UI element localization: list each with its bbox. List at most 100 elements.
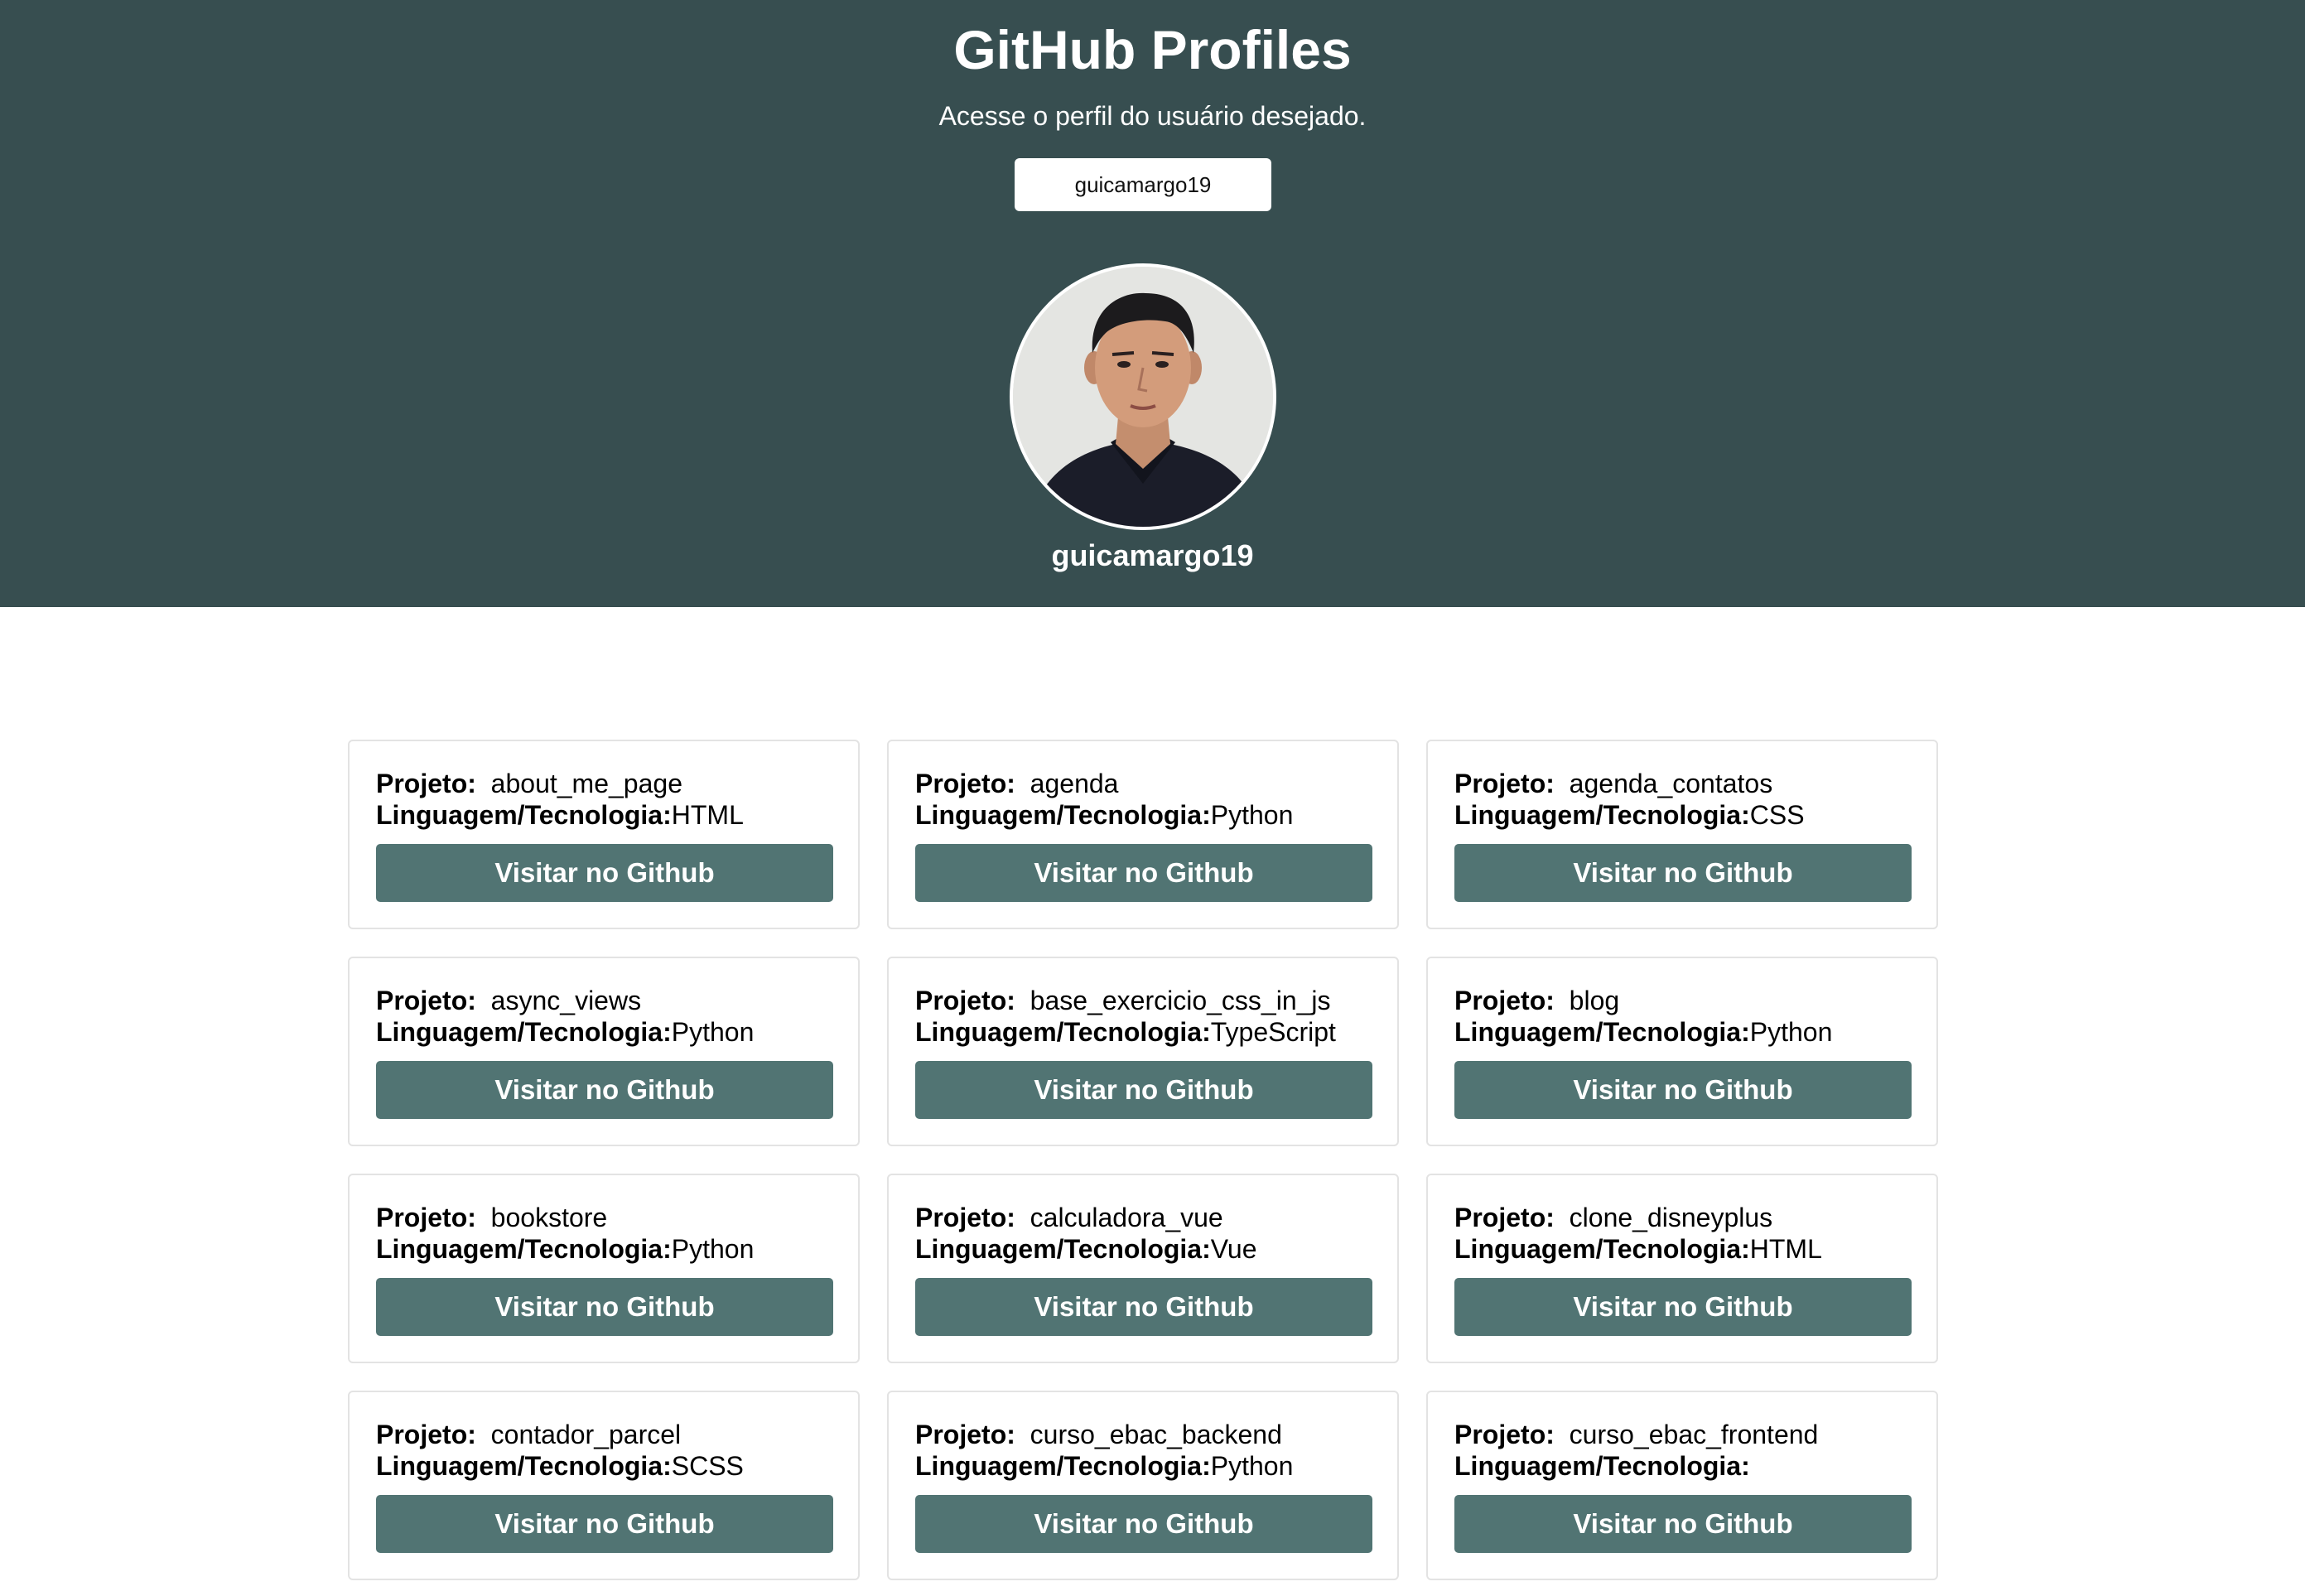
repo-language-line: Linguagem/Tecnologia:HTML bbox=[376, 799, 832, 831]
profile-username: guicamargo19 bbox=[1051, 538, 1254, 572]
project-label: Projeto: bbox=[915, 1203, 1015, 1232]
repo-card: Projeto: curso_ebac_backend Linguagem/Tec… bbox=[887, 1391, 1399, 1580]
repo-language: SCSS bbox=[671, 1451, 744, 1481]
repo-language-line: Linguagem/Tecnologia:SCSS bbox=[376, 1450, 832, 1482]
repo-name: agenda_contatos bbox=[1569, 769, 1773, 798]
language-label: Linguagem/Tecnologia: bbox=[1454, 1234, 1750, 1264]
repo-card: Projeto: agenda_contatos Linguagem/Tecnol… bbox=[1426, 740, 1938, 929]
language-label: Linguagem/Tecnologia: bbox=[376, 1451, 672, 1481]
repo-name: about_me_page bbox=[490, 769, 682, 798]
repo-language-line: Linguagem/Tecnologia:Python bbox=[376, 1233, 832, 1265]
language-label: Linguagem/Tecnologia: bbox=[376, 1234, 672, 1264]
repo-name: contador_parcel bbox=[490, 1420, 682, 1449]
repo-language-line: Linguagem/Tecnologia:Python bbox=[915, 1450, 1371, 1482]
language-label: Linguagem/Tecnologia: bbox=[1454, 1017, 1750, 1047]
repo-card: Projeto: calculadora_vue Linguagem/Tecnol… bbox=[887, 1174, 1399, 1363]
visit-github-button[interactable]: Visitar no Github bbox=[915, 1061, 1372, 1119]
project-label: Projeto: bbox=[1454, 769, 1555, 798]
repo-card: Projeto: async_views Linguagem/Tecnologia… bbox=[348, 957, 860, 1146]
repo-language: Python bbox=[1749, 1017, 1833, 1047]
repo-project-line: Projeto: about_me_page bbox=[376, 768, 832, 799]
avatar bbox=[1010, 263, 1276, 530]
profile-header: GitHub Profiles Acesse o perfil do usuár… bbox=[0, 0, 2305, 607]
language-label: Linguagem/Tecnologia: bbox=[915, 800, 1211, 830]
language-label: Linguagem/Tecnologia: bbox=[915, 1234, 1211, 1264]
repo-language-line: Linguagem/Tecnologia:CSS bbox=[1454, 799, 1910, 831]
project-label: Projeto: bbox=[376, 1420, 476, 1449]
repo-language-line: Linguagem/Tecnologia:Python bbox=[1454, 1016, 1910, 1048]
repo-card: Projeto: base_exercicio_css_in_js Linguag… bbox=[887, 957, 1399, 1146]
repo-project-line: Projeto: curso_ebac_frontend bbox=[1454, 1419, 1910, 1450]
repo-name: bookstore bbox=[490, 1203, 608, 1232]
repo-project-line: Projeto: async_views bbox=[376, 985, 832, 1016]
repo-language: Python bbox=[1210, 800, 1294, 830]
visit-github-button[interactable]: Visitar no Github bbox=[376, 1278, 833, 1336]
visit-github-button[interactable]: Visitar no Github bbox=[376, 1061, 833, 1119]
repo-card: Projeto: curso_ebac_frontend Linguagem/Te… bbox=[1426, 1391, 1938, 1580]
repo-name: agenda bbox=[1030, 769, 1119, 798]
repo-language: Python bbox=[671, 1234, 755, 1264]
repo-card: Projeto: contador_parcel Linguagem/Tecnol… bbox=[348, 1391, 860, 1580]
repo-project-line: Projeto: calculadora_vue bbox=[915, 1202, 1371, 1233]
language-label: Linguagem/Tecnologia: bbox=[1454, 1451, 1750, 1481]
project-label: Projeto: bbox=[376, 986, 476, 1015]
repo-name: curso_ebac_frontend bbox=[1569, 1420, 1819, 1449]
repo-language: HTML bbox=[1749, 1234, 1822, 1264]
repo-card: Projeto: blog Linguagem/Tecnologia:Python… bbox=[1426, 957, 1938, 1146]
page-subtitle: Acesse o perfil do usuário desejado. bbox=[938, 101, 1367, 131]
repo-project-line: Projeto: blog bbox=[1454, 985, 1910, 1016]
repo-project-line: Projeto: clone_disneyplus bbox=[1454, 1202, 1910, 1233]
repo-name: blog bbox=[1569, 986, 1620, 1015]
repo-name: calculadora_vue bbox=[1030, 1203, 1223, 1232]
visit-github-button[interactable]: Visitar no Github bbox=[1454, 1495, 1912, 1553]
language-label: Linguagem/Tecnologia: bbox=[915, 1451, 1211, 1481]
project-label: Projeto: bbox=[1454, 1420, 1555, 1449]
repo-project-line: Projeto: bookstore bbox=[376, 1202, 832, 1233]
repo-card: Projeto: about_me_page Linguagem/Tecnolog… bbox=[348, 740, 860, 929]
repo-language: TypeScript bbox=[1210, 1017, 1336, 1047]
repo-language-line: Linguagem/Tecnologia: bbox=[1454, 1450, 1910, 1482]
visit-github-button[interactable]: Visitar no Github bbox=[1454, 844, 1912, 902]
visit-github-button[interactable]: Visitar no Github bbox=[376, 844, 833, 902]
repo-language: CSS bbox=[1749, 800, 1805, 830]
language-label: Linguagem/Tecnologia: bbox=[1454, 800, 1750, 830]
project-label: Projeto: bbox=[376, 1203, 476, 1232]
project-label: Projeto: bbox=[1454, 1203, 1555, 1232]
project-label: Projeto: bbox=[915, 769, 1015, 798]
visit-github-button[interactable]: Visitar no Github bbox=[1454, 1061, 1912, 1119]
repo-project-line: Projeto: curso_ebac_backend bbox=[915, 1419, 1371, 1450]
project-label: Projeto: bbox=[915, 986, 1015, 1015]
project-label: Projeto: bbox=[915, 1420, 1015, 1449]
visit-github-button[interactable]: Visitar no Github bbox=[1454, 1278, 1912, 1336]
language-label: Linguagem/Tecnologia: bbox=[376, 800, 672, 830]
repo-language: HTML bbox=[671, 800, 744, 830]
project-label: Projeto: bbox=[1454, 986, 1555, 1015]
repo-language: Python bbox=[1210, 1451, 1294, 1481]
repo-card: Projeto: bookstore Linguagem/Tecnologia:P… bbox=[348, 1174, 860, 1363]
repo-name: curso_ebac_backend bbox=[1030, 1420, 1282, 1449]
repo-name: base_exercicio_css_in_js bbox=[1030, 986, 1331, 1015]
repo-language: Python bbox=[671, 1017, 755, 1047]
repo-language: Vue bbox=[1210, 1234, 1257, 1264]
repo-name: clone_disneyplus bbox=[1569, 1203, 1773, 1232]
repo-language-line: Linguagem/Tecnologia:Python bbox=[915, 799, 1371, 831]
repo-language-line: Linguagem/Tecnologia:Python bbox=[376, 1016, 832, 1048]
language-label: Linguagem/Tecnologia: bbox=[915, 1017, 1211, 1047]
repo-project-line: Projeto: agenda bbox=[915, 768, 1371, 799]
visit-github-button[interactable]: Visitar no Github bbox=[915, 844, 1372, 902]
repo-project-line: Projeto: contador_parcel bbox=[376, 1419, 832, 1450]
repository-list: Projeto: about_me_page Linguagem/Tecnolog… bbox=[348, 740, 1938, 1580]
visit-github-button[interactable]: Visitar no Github bbox=[376, 1495, 833, 1553]
repo-card: Projeto: agenda Linguagem/Tecnologia:Pyth… bbox=[887, 740, 1399, 929]
visit-github-button[interactable]: Visitar no Github bbox=[915, 1278, 1372, 1336]
page-title: GitHub Profiles bbox=[953, 19, 1352, 80]
repo-language-line: Linguagem/Tecnologia:HTML bbox=[1454, 1233, 1910, 1265]
username-search-input[interactable] bbox=[1015, 158, 1271, 211]
repo-card: Projeto: clone_disneyplus Linguagem/Tecno… bbox=[1426, 1174, 1938, 1363]
repo-name: async_views bbox=[490, 986, 642, 1015]
project-label: Projeto: bbox=[376, 769, 476, 798]
visit-github-button[interactable]: Visitar no Github bbox=[915, 1495, 1372, 1553]
repo-project-line: Projeto: agenda_contatos bbox=[1454, 768, 1910, 799]
repo-language-line: Linguagem/Tecnologia:TypeScript bbox=[915, 1016, 1371, 1048]
avatar-photo bbox=[1013, 267, 1273, 527]
